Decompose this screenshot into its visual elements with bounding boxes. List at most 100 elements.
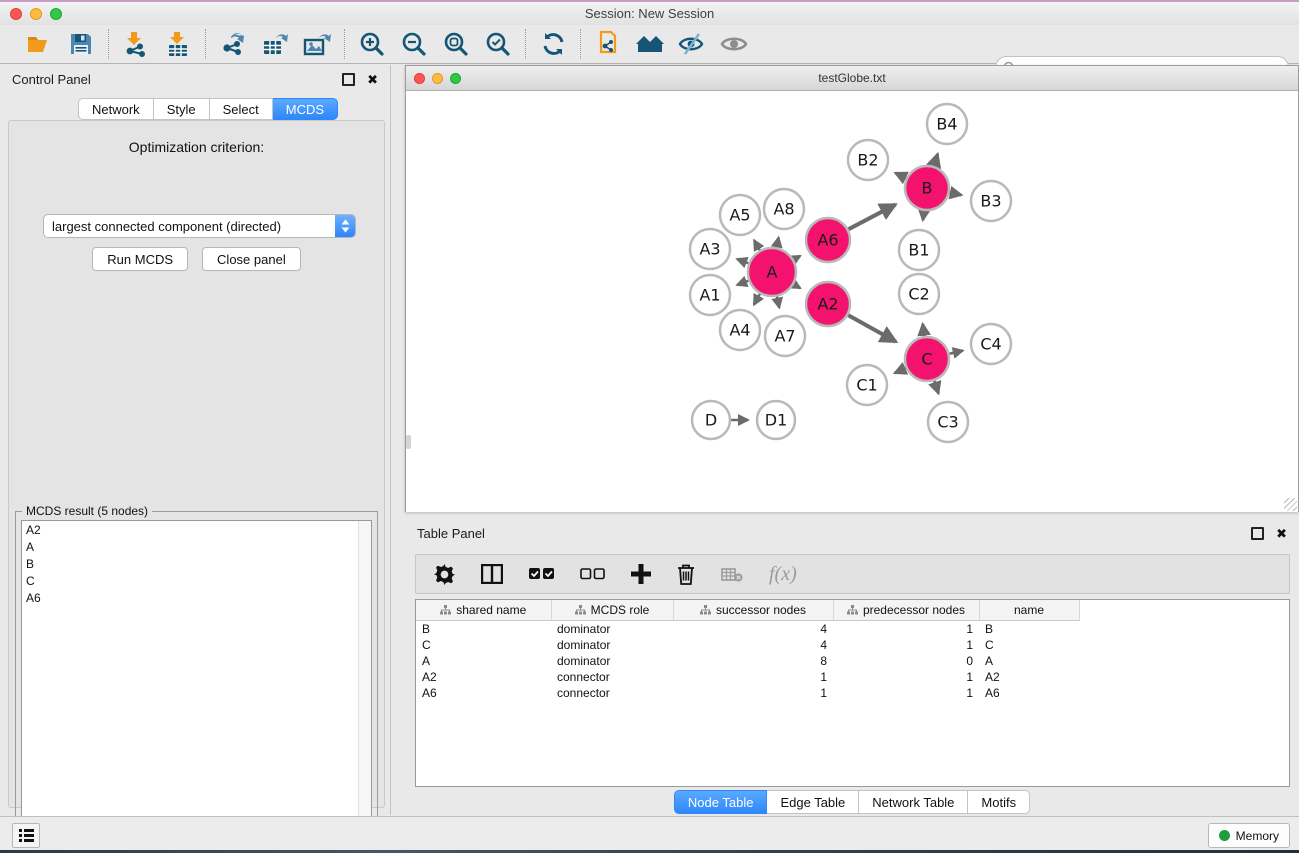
deselect-all-icon[interactable] — [580, 567, 605, 581]
graph-edge-B-B2[interactable] — [895, 173, 906, 178]
float-panel-icon[interactable] — [342, 73, 355, 86]
network-view-window: testGlobe.txt AA1A2A3A4A5A6A7A8BB1B2B3B4… — [405, 65, 1299, 512]
export-image-icon[interactable] — [302, 29, 332, 59]
zoom-fit-icon[interactable] — [441, 29, 471, 59]
edit-column-icon — [700, 605, 711, 615]
close-panel-button[interactable]: Close panel — [202, 247, 301, 271]
graph-node-label: B — [922, 179, 933, 198]
graph-node-label: C3 — [937, 413, 958, 432]
graph-edge-A-A7[interactable] — [777, 296, 779, 307]
zoom-in-icon[interactable] — [357, 29, 387, 59]
graph-edge-A2-C[interactable] — [848, 315, 896, 342]
graph-edge-A-A3[interactable] — [737, 259, 749, 263]
graph-edge-C-C3[interactable] — [934, 381, 938, 394]
control-panel-tabs: Network Style Select MCDS — [78, 98, 338, 120]
graph-edge-A-A2[interactable] — [794, 284, 800, 288]
open-file-icon[interactable] — [24, 29, 54, 59]
graph-node-label: A3 — [699, 240, 720, 259]
graph-edge-A-A8[interactable] — [777, 237, 779, 247]
task-history-icon[interactable] — [12, 823, 40, 848]
graph-edge-C-C2[interactable] — [923, 324, 925, 336]
list-scrollbar[interactable] — [358, 521, 371, 842]
zoom-out-icon[interactable] — [399, 29, 429, 59]
dropdown-stepper-icon — [335, 215, 355, 237]
close-panel-icon[interactable]: ✖ — [367, 73, 378, 86]
add-column-icon[interactable] — [631, 564, 651, 584]
graph-edge-B-B1[interactable] — [923, 211, 924, 220]
export-table-icon[interactable] — [260, 29, 290, 59]
mcds-result-title: MCDS result (5 nodes) — [22, 504, 152, 518]
network-window-titlebar[interactable]: testGlobe.txt — [406, 66, 1298, 91]
graph-node-label: B1 — [908, 241, 929, 260]
graph-edge-B-B3[interactable] — [950, 193, 962, 195]
zoom-selected-icon[interactable] — [483, 29, 513, 59]
table-row[interactable]: A6connector11A6 — [416, 685, 1079, 701]
run-mcds-button[interactable]: Run MCDS — [92, 247, 188, 271]
save-session-icon[interactable] — [66, 29, 96, 59]
list-item[interactable]: A — [22, 538, 371, 555]
tab-network-table[interactable]: Network Table — [859, 790, 968, 814]
control-panel: Control Panel ✖ Network Style Select MCD… — [0, 65, 391, 815]
network-graph[interactable]: AA1A2A3A4A5A6A7A8BB1B2B3B4CC1C2C3C4DD1 — [406, 91, 1298, 512]
show-all-icon[interactable] — [719, 29, 749, 59]
graph-node-label: C — [921, 350, 932, 369]
delete-column-icon[interactable] — [677, 564, 695, 585]
graph-node-label: A — [767, 263, 778, 282]
tab-node-table[interactable]: Node Table — [674, 790, 768, 814]
list-item[interactable]: A2 — [22, 521, 371, 538]
edit-column-icon — [847, 605, 858, 615]
graph-edge-B-B4[interactable] — [934, 154, 938, 166]
status-bar: Memory — [0, 816, 1299, 851]
memory-status-icon — [1219, 830, 1230, 841]
graph-edge-A-A6[interactable] — [794, 256, 800, 260]
table-row[interactable]: A2connector11A2 — [416, 669, 1079, 685]
criterion-dropdown[interactable]: largest connected component (directed) — [43, 214, 356, 238]
list-item[interactable]: A6 — [22, 589, 371, 606]
node-table-grid[interactable]: shared name MCDS role successor nodes pr… — [416, 600, 1080, 701]
close-table-panel-icon[interactable]: ✖ — [1276, 527, 1287, 540]
gear-icon[interactable] — [434, 564, 455, 585]
tab-network[interactable]: Network — [78, 98, 154, 120]
tab-edge-table[interactable]: Edge Table — [767, 790, 859, 814]
graph-node-label: A4 — [729, 321, 750, 340]
import-table-icon[interactable] — [163, 29, 193, 59]
table-row[interactable]: Cdominator41C — [416, 637, 1079, 653]
graph-edge-A-A5[interactable] — [754, 240, 760, 250]
resize-grip[interactable] — [1284, 498, 1297, 511]
split-table-icon[interactable] — [481, 564, 503, 584]
mcds-result-list[interactable]: A2 A B C A6 — [21, 520, 372, 843]
tab-mcds[interactable]: MCDS — [273, 98, 338, 120]
float-table-panel-icon[interactable] — [1251, 527, 1264, 540]
home-icon[interactable] — [635, 29, 665, 59]
refresh-icon[interactable] — [538, 29, 568, 59]
column-header[interactable]: shared name — [416, 600, 551, 621]
import-network-icon[interactable] — [121, 29, 151, 59]
control-panel-title: Control Panel — [12, 72, 342, 87]
select-all-icon[interactable] — [529, 567, 554, 581]
hide-selected-icon[interactable] — [677, 29, 707, 59]
column-header[interactable]: MCDS role — [551, 600, 673, 621]
window-titlebar: Session: New Session — [0, 2, 1299, 26]
list-item[interactable]: C — [22, 572, 371, 589]
column-header[interactable]: successor nodes — [673, 600, 833, 621]
edit-column-icon — [440, 605, 451, 615]
column-header[interactable]: predecessor nodes — [833, 600, 979, 621]
network-canvas[interactable]: AA1A2A3A4A5A6A7A8BB1B2B3B4CC1C2C3C4DD1 — [406, 91, 1298, 512]
memory-button[interactable]: Memory — [1208, 823, 1290, 848]
column-header[interactable]: name — [979, 600, 1079, 621]
graph-edge-A6-B[interactable] — [848, 205, 895, 230]
tab-style[interactable]: Style — [154, 98, 210, 120]
export-network-icon[interactable] — [218, 29, 248, 59]
list-item[interactable]: B — [22, 555, 371, 572]
graph-node-label: D — [705, 411, 717, 430]
graph-edge-C-C4[interactable] — [949, 351, 963, 354]
table-row[interactable]: Adominator80A — [416, 653, 1079, 669]
first-neighbors-icon[interactable] — [593, 29, 623, 59]
table-row[interactable]: Bdominator41B — [416, 621, 1079, 638]
tab-select[interactable]: Select — [210, 98, 273, 120]
graph-edge-C-C1[interactable] — [895, 368, 906, 373]
graph-edge-A-A4[interactable] — [754, 294, 760, 305]
canvas-vscroll-hint[interactable] — [406, 435, 411, 449]
graph-edge-A-A1[interactable] — [737, 281, 749, 285]
tab-motifs[interactable]: Motifs — [968, 790, 1030, 814]
